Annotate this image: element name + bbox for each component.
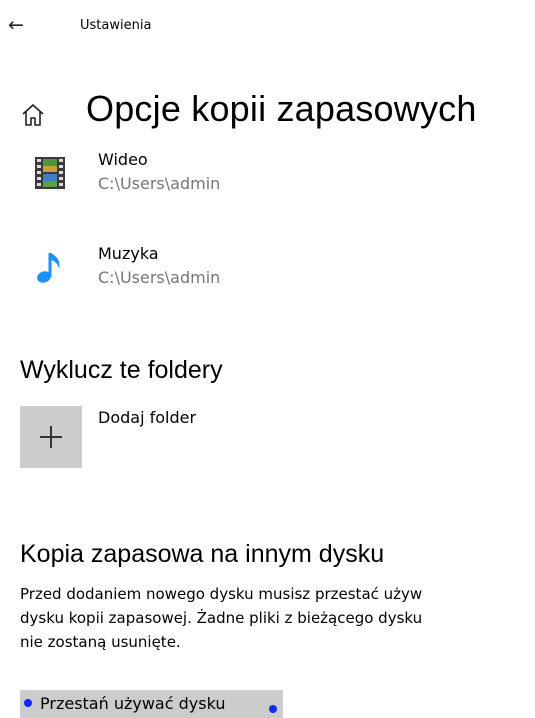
app-title: Ustawienia xyxy=(80,18,152,33)
back-button[interactable]: ← xyxy=(8,14,30,36)
title-bar: ← Ustawienia xyxy=(0,0,535,52)
exclude-heading: Wyklucz te foldery xyxy=(20,356,223,384)
folder-name: Wideo xyxy=(98,150,148,169)
folder-path: C:\Users\admin xyxy=(98,268,221,287)
folder-name: Muzyka xyxy=(98,244,159,263)
description-line: nie zostaną usunięte. xyxy=(20,633,181,651)
video-film-icon xyxy=(35,157,65,189)
home-icon xyxy=(22,104,44,126)
folder-item-music[interactable]: Muzyka C:\Users\admin xyxy=(34,244,514,300)
focus-dot-icon xyxy=(24,699,32,707)
folder-path: C:\Users\admin xyxy=(98,174,221,193)
other-drive-heading: Kopia zapasowa na innym dysku xyxy=(20,540,385,568)
description-line: Przed dodaniem nowego dysku musisz przes… xyxy=(20,585,423,603)
stop-using-drive-button[interactable]: Przestań używać dysku xyxy=(20,690,283,718)
add-folder-button[interactable]: Dodaj folder xyxy=(20,406,320,468)
add-folder-label: Dodaj folder xyxy=(98,408,197,427)
folder-item-video[interactable]: Wideo C:\Users\admin xyxy=(34,150,514,206)
page-header: Opcje kopii zapasowych xyxy=(20,88,535,140)
description-line: dysku kopii zapasowej. Żadne pliki z bie… xyxy=(20,609,423,627)
stop-using-drive-label: Przestań używać dysku xyxy=(40,694,226,713)
other-drive-description: Przed dodaniem nowego dysku musisz przes… xyxy=(20,582,535,654)
page-title: Opcje kopii zapasowych xyxy=(86,88,477,129)
add-folder-tile[interactable] xyxy=(20,406,82,468)
focus-dot-icon xyxy=(269,705,277,713)
music-note-icon xyxy=(37,253,60,283)
arrow-left-icon: ← xyxy=(8,14,24,36)
